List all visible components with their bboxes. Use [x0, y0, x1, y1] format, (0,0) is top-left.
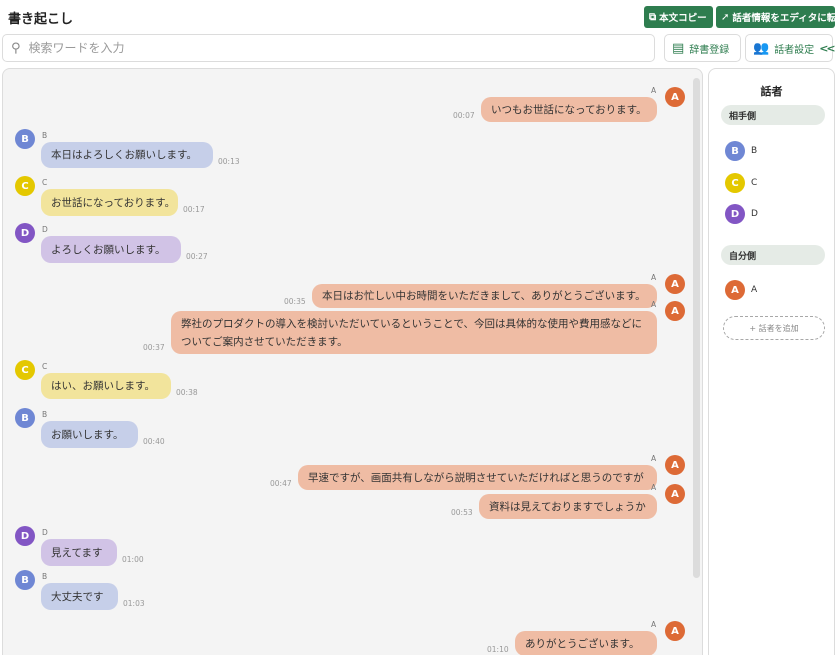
speaker-label: D: [42, 225, 48, 234]
avatar: B: [725, 141, 745, 161]
message-bubble[interactable]: ありがとうございます。: [515, 631, 657, 655]
reflect-to-editor-button[interactable]: ➚ 話者情報をエディタに転記: [716, 6, 835, 28]
speaker-avatar: C: [15, 176, 35, 196]
speaker-item-a[interactable]: A A: [725, 280, 757, 300]
message-bubble[interactable]: お世話になっております。: [41, 189, 178, 216]
speaker-label: D: [42, 528, 48, 537]
group-other-header: 相手側: [721, 105, 825, 125]
speaker-item-b[interactable]: B B: [725, 141, 757, 161]
timestamp: 00:35: [284, 297, 306, 306]
timestamp: 00:27: [186, 252, 208, 261]
add-speaker-button[interactable]: + 話者を追加: [723, 316, 825, 340]
speaker-panel: 話者 相手側 B B C C D D 自分側 A A + 話者を追加: [708, 68, 835, 655]
transcript-area[interactable]: A A いつもお世話になっております。 00:07 B B 本日はよろしくお願いします。 00…: [2, 68, 703, 655]
message-bubble[interactable]: 資料は見えておりますでしょうか: [479, 494, 657, 519]
collapse-icon[interactable]: <<: [819, 42, 836, 55]
speaker-avatar: A: [665, 621, 685, 641]
dictionary-button[interactable]: ▤ 辞書登録: [664, 34, 741, 62]
speaker-name: C: [751, 178, 758, 188]
timestamp: 00:13: [218, 157, 240, 166]
timestamp: 00:53: [451, 508, 473, 517]
speaker-settings-label: 話者設定: [774, 44, 815, 56]
speaker-item-d[interactable]: D D: [725, 204, 758, 224]
message-bubble[interactable]: 大丈夫です: [41, 583, 118, 610]
timestamp: 00:38: [176, 388, 198, 397]
speaker-label: B: [42, 410, 48, 419]
speaker-item-c[interactable]: C C: [725, 173, 757, 193]
message-bubble[interactable]: よろしくお願いします。: [41, 236, 181, 263]
copy-text-button[interactable]: ⧉ 本文コピー: [644, 6, 713, 28]
speaker-panel-title: 話者: [760, 85, 783, 98]
app-title: 書き起こし: [8, 12, 74, 27]
speaker-name: D: [751, 209, 758, 219]
speaker-label: A: [651, 273, 657, 282]
message-bubble[interactable]: 早速ですが、画面共有しながら説明させていただければと思うのですが: [298, 465, 657, 490]
speaker-avatar: B: [15, 408, 35, 428]
timestamp: 00:37: [143, 343, 165, 352]
speaker-label: A: [651, 454, 657, 463]
speaker-settings-button[interactable]: 👥 話者設定 <<: [745, 34, 836, 62]
message-bubble[interactable]: 本日はよろしくお願いします。: [41, 142, 213, 168]
speaker-name: A: [751, 285, 758, 295]
speaker-label: C: [42, 362, 48, 371]
search-box: ⚲: [2, 34, 655, 62]
copy-icon: ⧉: [649, 11, 657, 23]
speaker-label: B: [42, 572, 48, 581]
dictionary-icon: ▤: [672, 40, 685, 56]
timestamp: 01:03: [123, 599, 145, 608]
timestamp: 00:07: [453, 111, 475, 120]
speaker-label: C: [42, 178, 48, 187]
timestamp: 01:00: [122, 555, 144, 564]
timestamp: 00:17: [183, 205, 205, 214]
speaker-label: A: [651, 483, 657, 492]
avatar: A: [725, 280, 745, 300]
speaker-label: B: [42, 131, 48, 140]
message-bubble[interactable]: 弊社のプロダクトの導入を検討いただいているということで、今回は具体的な使用や費用…: [171, 311, 657, 354]
search-input[interactable]: [26, 40, 631, 56]
speaker-avatar: B: [15, 129, 35, 149]
message-bubble[interactable]: 見えてます: [41, 539, 117, 566]
speaker-label: A: [651, 300, 657, 309]
reflect-to-editor-label: 話者情報をエディタに転記: [732, 13, 835, 24]
arrow-icon: ➚: [721, 11, 730, 23]
message-bubble[interactable]: 本日はお忙しい中お時間をいただきまして、ありがとうございます。: [312, 284, 657, 308]
speaker-avatar: A: [665, 484, 685, 504]
people-icon: 👥: [753, 40, 770, 56]
message-bubble[interactable]: いつもお世話になっております。: [481, 97, 657, 122]
avatar: C: [725, 173, 745, 193]
search-icon: ⚲: [11, 40, 21, 56]
speaker-avatar: D: [15, 526, 35, 546]
copy-text-label: 本文コピー: [659, 13, 707, 24]
message-bubble[interactable]: お願いします。: [41, 421, 138, 448]
speaker-avatar: B: [15, 570, 35, 590]
speaker-avatar: A: [665, 301, 685, 321]
timestamp: 00:47: [270, 479, 292, 488]
avatar: D: [725, 204, 745, 224]
speaker-avatar: A: [665, 87, 685, 107]
speaker-avatar: A: [665, 455, 685, 475]
speaker-avatar: C: [15, 360, 35, 380]
timestamp: 01:10: [487, 645, 509, 654]
speaker-name: B: [751, 146, 758, 156]
scrollbar[interactable]: [693, 78, 700, 578]
group-self-header: 自分側: [721, 245, 825, 265]
speaker-label: A: [651, 620, 657, 629]
speaker-avatar: D: [15, 223, 35, 243]
dictionary-label: 辞書登録: [689, 44, 730, 56]
speaker-avatar: A: [665, 274, 685, 294]
timestamp: 00:40: [143, 437, 165, 446]
message-bubble[interactable]: はい、お願いします。: [41, 373, 171, 399]
speaker-label: A: [651, 86, 657, 95]
